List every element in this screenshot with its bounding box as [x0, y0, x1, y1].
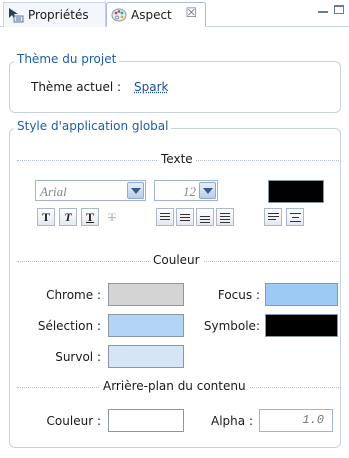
strikethrough-button[interactable]: T	[103, 208, 121, 226]
font-family-value: Arial	[40, 184, 67, 199]
tab-properties-label: Propriétés	[28, 8, 89, 22]
alpha-label: Alpha :	[211, 414, 253, 428]
text-section-label: Texte	[158, 152, 196, 166]
font-size-value: 12	[183, 184, 196, 199]
align-justify-button[interactable]	[216, 208, 234, 226]
properties-icon	[9, 8, 24, 23]
align-center-button[interactable]	[176, 208, 194, 226]
background-color-swatch[interactable]	[108, 409, 184, 432]
minimize-icon[interactable]	[318, 7, 328, 13]
color-section-label: Couleur	[150, 253, 203, 267]
italic-button[interactable]: T	[59, 208, 77, 226]
focus-color-swatch[interactable]	[265, 283, 338, 306]
selection-color-swatch[interactable]	[108, 314, 184, 337]
chevron-down-icon	[199, 182, 216, 199]
focus-label: Focus :	[217, 288, 260, 302]
font-size-select[interactable]: 12	[154, 180, 218, 201]
current-theme-label: Thème actuel :	[31, 80, 122, 94]
font-family-select[interactable]: Arial	[35, 180, 146, 201]
tab-aspect-label: Aspect	[131, 7, 172, 22]
background-section-label: Arrière-plan du contenu	[100, 379, 249, 393]
chevron-down-icon	[127, 182, 144, 199]
bold-button[interactable]: T	[37, 208, 55, 226]
maximize-icon[interactable]	[334, 5, 344, 14]
align-bottom-button[interactable]	[196, 208, 214, 226]
chrome-color-swatch[interactable]	[108, 283, 184, 306]
hover-color-swatch[interactable]	[108, 345, 184, 368]
text-color-swatch[interactable]	[268, 180, 324, 203]
chrome-label: Chrome :	[46, 288, 101, 302]
hover-label: Survol :	[55, 350, 101, 364]
close-tab-icon[interactable]: ☒	[185, 6, 197, 21]
project-theme-legend: Thème du projet	[14, 52, 120, 66]
symbol-label: Symbole:	[203, 319, 260, 333]
palette-icon	[111, 8, 127, 21]
current-theme-link[interactable]: Spark	[134, 80, 168, 94]
alpha-input[interactable]: 1.0	[259, 409, 333, 432]
vertical-align-top-button[interactable]	[264, 208, 282, 226]
alpha-value: 1.0	[302, 413, 324, 427]
background-color-label: Couleur :	[46, 414, 101, 428]
global-style-legend: Style d'application global	[14, 119, 172, 133]
tab-aspect[interactable]: Aspect ☒	[106, 2, 206, 27]
view-tab-bar: Propriétés Aspect ☒	[0, 0, 349, 27]
align-left-button[interactable]	[156, 208, 174, 226]
underline-button[interactable]: T	[81, 208, 99, 226]
tab-properties[interactable]: Propriétés	[3, 2, 106, 27]
vertical-align-middle-button[interactable]	[286, 208, 304, 226]
selection-label: Sélection :	[37, 319, 101, 333]
symbol-color-swatch[interactable]	[265, 314, 338, 337]
